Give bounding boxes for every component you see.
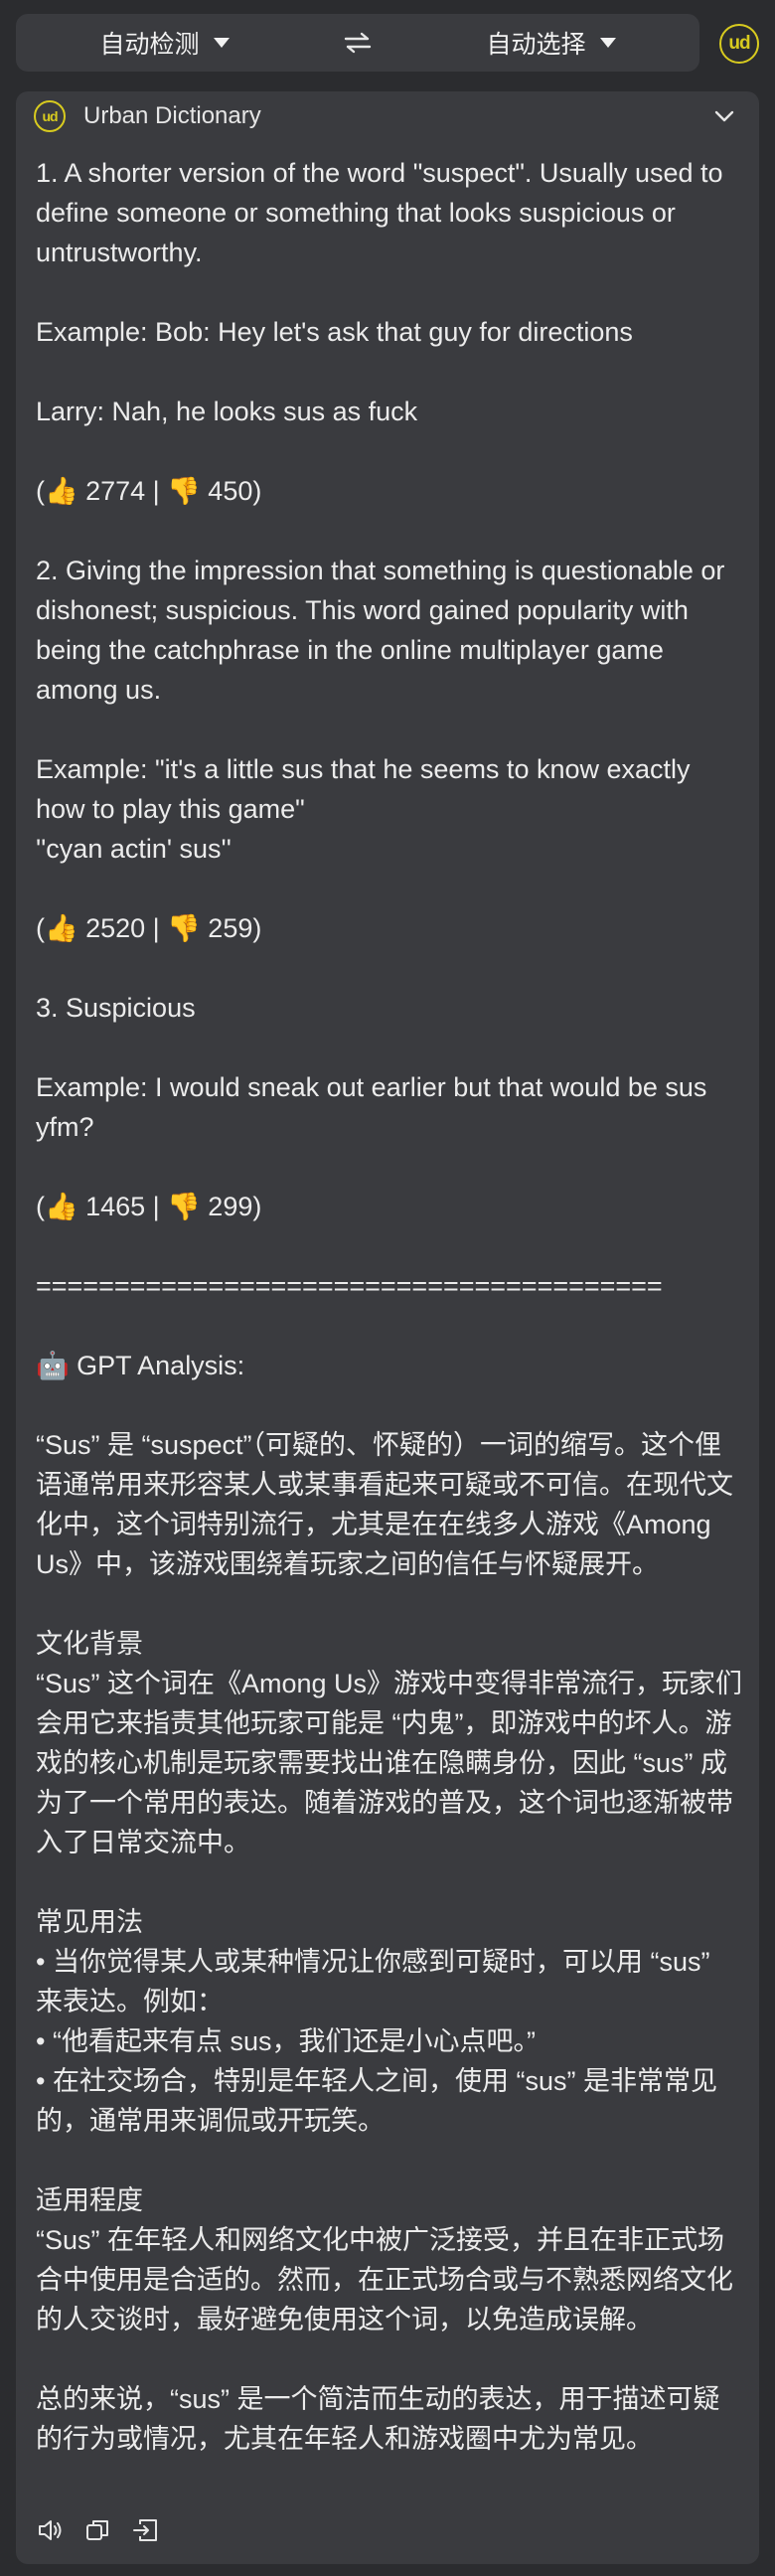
content-line: Larry: Nah, he looks sus as fuck — [36, 397, 418, 426]
content-line: 文化背景 — [36, 1629, 143, 1659]
content-line: 常见用法 — [36, 1907, 143, 1937]
source-language-label: 自动检测 — [99, 31, 200, 59]
content-line: Example: I would sneak out earlier but t… — [36, 1072, 714, 1142]
urban-dictionary-logo-button[interactable]: ud — [719, 24, 759, 64]
content-line: 适用程度 — [36, 2185, 143, 2215]
speak-button[interactable] — [36, 2515, 66, 2545]
card-header: ud Urban Dictionary — [16, 91, 759, 141]
content-line: 总的来说，“sus” 是一个简洁而生动的表达，用于描述可疑的行为或情况，尤其在年… — [36, 2384, 720, 2454]
content-line: 2. Giving the impression that something … — [36, 556, 732, 705]
content-line: “Sus” 这个词在《Among Us》游戏中变得非常流行，玩家们会用它来指责其… — [36, 1669, 743, 1857]
chevron-down-icon — [714, 110, 734, 122]
content-line: • “他看起来有点 sus，我们还是小心点吧。” — [36, 2026, 536, 2056]
content-line: (👍 1465 | 👎 299) — [36, 1192, 262, 1221]
result-card: ud Urban Dictionary 1. A shorter version… — [16, 91, 759, 2564]
content-line: Example: "it's a little sus that he seem… — [36, 754, 698, 824]
content-line: 1. A shorter version of the word "suspec… — [36, 158, 731, 267]
content-line: Example: Bob: Hey let's ask that guy for… — [36, 317, 633, 347]
content-line: “Sus” 在年轻人和网络文化中被广泛接受，并且在非正式场合中使用是合适的。然而… — [36, 2225, 733, 2334]
collapse-button[interactable] — [711, 103, 737, 134]
content-line: ======================================== — [36, 1271, 663, 1301]
content-line: ''cyan actin' sus'' — [36, 834, 232, 864]
caret-down-icon — [599, 38, 616, 48]
copy-button[interactable] — [83, 2515, 113, 2545]
card-title: Urban Dictionary — [83, 102, 261, 129]
swap-languages-button[interactable] — [313, 31, 402, 55]
caret-down-icon — [213, 38, 230, 48]
insert-button[interactable] — [131, 2515, 161, 2545]
logo-text: ud — [42, 108, 58, 124]
definition-content: 1. A shorter version of the word "suspec… — [36, 153, 743, 2459]
content-line: (👍 2520 | 👎 259) — [36, 913, 262, 943]
copy-icon — [86, 2520, 108, 2540]
urban-dictionary-logo-icon: ud — [34, 100, 66, 132]
card-actions — [36, 2510, 161, 2550]
content-line: (👍 2774 | 👎 450) — [36, 476, 262, 506]
translation-toolbar: 自动检测 自动选择 — [16, 14, 699, 72]
logo-text: ud — [728, 33, 750, 54]
content-line: 🤖 GPT Analysis: — [36, 1351, 245, 1380]
content-line: 3. Suspicious — [36, 993, 196, 1023]
swap-arrows-icon — [344, 32, 372, 54]
content-line: • 当你觉得某人或某种情况让你感到可疑时，可以用 “sus” 来表达。例如： — [36, 1947, 717, 2016]
source-language-select[interactable]: 自动检测 — [16, 14, 313, 72]
content-line: • 在社交场合，特别是年轻人之间，使用 “sus” 是非常常见的，通常用来调侃或… — [36, 2066, 717, 2136]
speaker-icon — [39, 2520, 62, 2540]
target-language-label: 自动选择 — [486, 31, 586, 59]
insert-icon — [133, 2519, 157, 2541]
content-line: “Sus” 是 “suspect”（可疑的、怀疑的）一词的缩写。这个俚语通常用来… — [36, 1430, 733, 1579]
target-language-select[interactable]: 自动选择 — [402, 14, 699, 72]
